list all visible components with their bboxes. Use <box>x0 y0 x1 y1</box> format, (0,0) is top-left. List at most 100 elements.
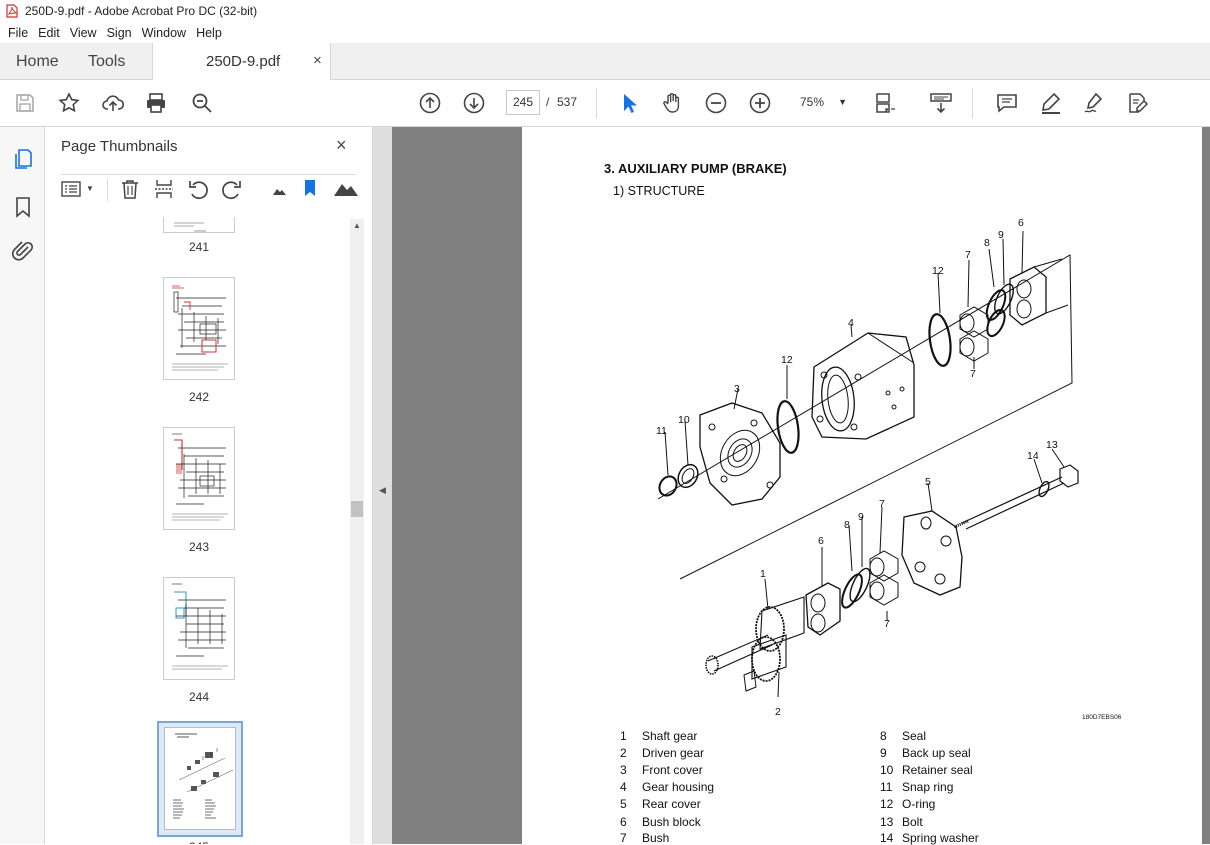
legend-item-13: 13 Bolt <box>880 815 923 829</box>
page-thumbnail-241[interactable] <box>163 217 235 233</box>
callout-label: 3 <box>734 383 740 395</box>
extract-page-icon[interactable] <box>153 178 175 200</box>
legend-item-11: 11 Snap ring <box>880 780 954 794</box>
scrollbar-thumb[interactable] <box>351 501 363 517</box>
highlight-pen-icon[interactable] <box>1039 91 1063 115</box>
legend-item-8: 8 Seal <box>880 729 927 743</box>
menu-help[interactable]: Help <box>196 26 222 40</box>
callout-label: 9 <box>858 511 864 523</box>
cloud-upload-icon[interactable] <box>101 91 125 115</box>
bookmark-ribbon-icon[interactable] <box>303 179 317 199</box>
window-title: 250D-9.pdf - Adobe Acrobat Pro DC (32-bi… <box>25 4 258 18</box>
panel-title: Page Thumbnails <box>61 138 178 155</box>
callout-label: 8 <box>844 519 850 531</box>
star-icon[interactable] <box>57 91 81 115</box>
toolbar: 245 / 537 75% ▼ ▼ <box>0 80 1210 186</box>
callout-label: 5 <box>925 476 931 488</box>
menu-edit[interactable]: Edit <box>38 26 60 40</box>
page-thumbnails-icon[interactable] <box>11 147 35 171</box>
callout-label: 7 <box>884 618 890 630</box>
chevron-down-icon: ▼ <box>838 97 847 107</box>
panel-collapse-handle[interactable]: ◀ <box>373 127 392 844</box>
legend-item-2: 2 Driven gear <box>620 746 705 760</box>
zoom-level-select[interactable]: 75% ▼ <box>787 90 853 115</box>
fill-sign-icon[interactable] <box>1126 91 1150 115</box>
zoom-search-icon[interactable] <box>190 91 214 115</box>
menu-bar: File Edit View Sign Window Help <box>0 22 1210 43</box>
thumbnail-label: 244 <box>188 690 210 704</box>
tab-document-label: 250D-9.pdf <box>206 53 281 70</box>
thumbnail-label: 243 <box>188 540 210 554</box>
menu-window[interactable]: Window <box>142 26 186 40</box>
thumbnail-list: 241 242 243 244 245 <box>61 217 349 844</box>
toolbar-divider <box>596 88 597 118</box>
thumbnail-options-icon[interactable] <box>60 179 84 199</box>
page-thumbnail-245[interactable] <box>164 727 236 830</box>
comment-icon[interactable] <box>995 91 1019 115</box>
tab-document[interactable]: 250D-9.pdf × <box>152 43 331 80</box>
next-page-icon[interactable] <box>462 91 486 115</box>
document-viewer[interactable]: 3. AUXILIARY PUMP (BRAKE) 1) STRUCTURE 1… <box>392 127 1210 845</box>
callout-label: 6 <box>1018 217 1024 229</box>
thumbnail-scrollbar[interactable]: ▲ <box>350 219 364 844</box>
thumbnail-small-icon[interactable] <box>270 183 288 197</box>
rotate-clockwise-icon[interactable] <box>221 178 243 200</box>
title-bar: 250D-9.pdf - Adobe Acrobat Pro DC (32-bi… <box>0 0 1210 22</box>
acrobat-pdf-icon <box>6 4 18 18</box>
attachment-paperclip-icon[interactable] <box>11 239 35 263</box>
legend-item-7: 7 Bush <box>620 831 670 845</box>
select-cursor-icon[interactable] <box>617 91 641 115</box>
page-thumbnail-243[interactable] <box>163 427 235 530</box>
callout-label: 10 <box>678 414 690 426</box>
page-thumbnail-242[interactable] <box>163 277 235 380</box>
thumbnail-label: 241 <box>188 240 210 254</box>
hand-tool-icon[interactable] <box>660 91 684 115</box>
page-number-input[interactable]: 245 <box>506 90 540 115</box>
page-thumbnail-244[interactable] <box>163 577 235 680</box>
callout-label: 7 <box>879 498 885 510</box>
zoom-in-icon[interactable] <box>748 91 772 115</box>
legend-item-3: 3 Front cover <box>620 763 703 777</box>
scroll-mode-icon[interactable] <box>929 91 953 115</box>
scroll-up-icon[interactable]: ▲ <box>353 221 361 230</box>
thumbnail-label: 242 <box>188 390 210 404</box>
tab-home[interactable]: Home <box>16 53 59 71</box>
menu-sign[interactable]: Sign <box>107 26 132 40</box>
callout-label: 7 <box>970 368 976 380</box>
legend-item-9: 9 Back up seal <box>880 746 971 760</box>
thumbnails-panel: Page Thumbnails × ▼ 241 242 243 244 ▲ <box>45 127 373 844</box>
callout-label: 9 <box>998 229 1004 241</box>
legend-item-12: 12 O-ring <box>880 797 936 811</box>
print-icon[interactable] <box>144 91 168 115</box>
zoom-out-icon[interactable] <box>704 91 728 115</box>
toolbar-divider <box>972 88 973 118</box>
chevron-down-icon[interactable]: ▼ <box>86 184 94 193</box>
chevron-left-icon[interactable]: ◀ <box>379 485 386 496</box>
rotate-counterclockwise-icon[interactable] <box>187 178 209 200</box>
divider <box>107 179 108 201</box>
page-display-icon[interactable] <box>874 91 904 115</box>
zoom-level-value: 75% <box>800 95 825 109</box>
legend-item-1: 1 Shaft gear <box>620 729 698 743</box>
callout-label: 13 <box>1046 439 1058 451</box>
delete-page-icon[interactable] <box>119 178 141 200</box>
panel-close-button[interactable]: × <box>336 135 347 156</box>
legend-item-6: 6 Bush block <box>620 815 701 829</box>
tab-tools[interactable]: Tools <box>88 53 125 71</box>
sign-pen-icon[interactable] <box>1082 91 1106 115</box>
callout-label: 7 <box>965 249 971 261</box>
pdf-page: 3. AUXILIARY PUMP (BRAKE) 1) STRUCTURE 1… <box>522 127 1202 845</box>
legend-item-5: 5 Rear cover <box>620 797 701 811</box>
thumbnail-label: 245 <box>163 840 235 844</box>
previous-page-icon[interactable] <box>418 91 442 115</box>
bookmark-icon[interactable] <box>11 195 35 219</box>
menu-view[interactable]: View <box>70 26 97 40</box>
menu-file[interactable]: File <box>8 26 28 40</box>
divider <box>61 174 357 175</box>
callout-label: 12 <box>781 354 793 366</box>
save-icon[interactable] <box>13 91 37 115</box>
callout-label: 2 <box>775 706 781 718</box>
legend-item-10: 10 Retainer seal <box>880 763 973 777</box>
tab-close-button[interactable]: × <box>313 52 322 69</box>
thumbnail-large-icon[interactable] <box>333 180 359 198</box>
